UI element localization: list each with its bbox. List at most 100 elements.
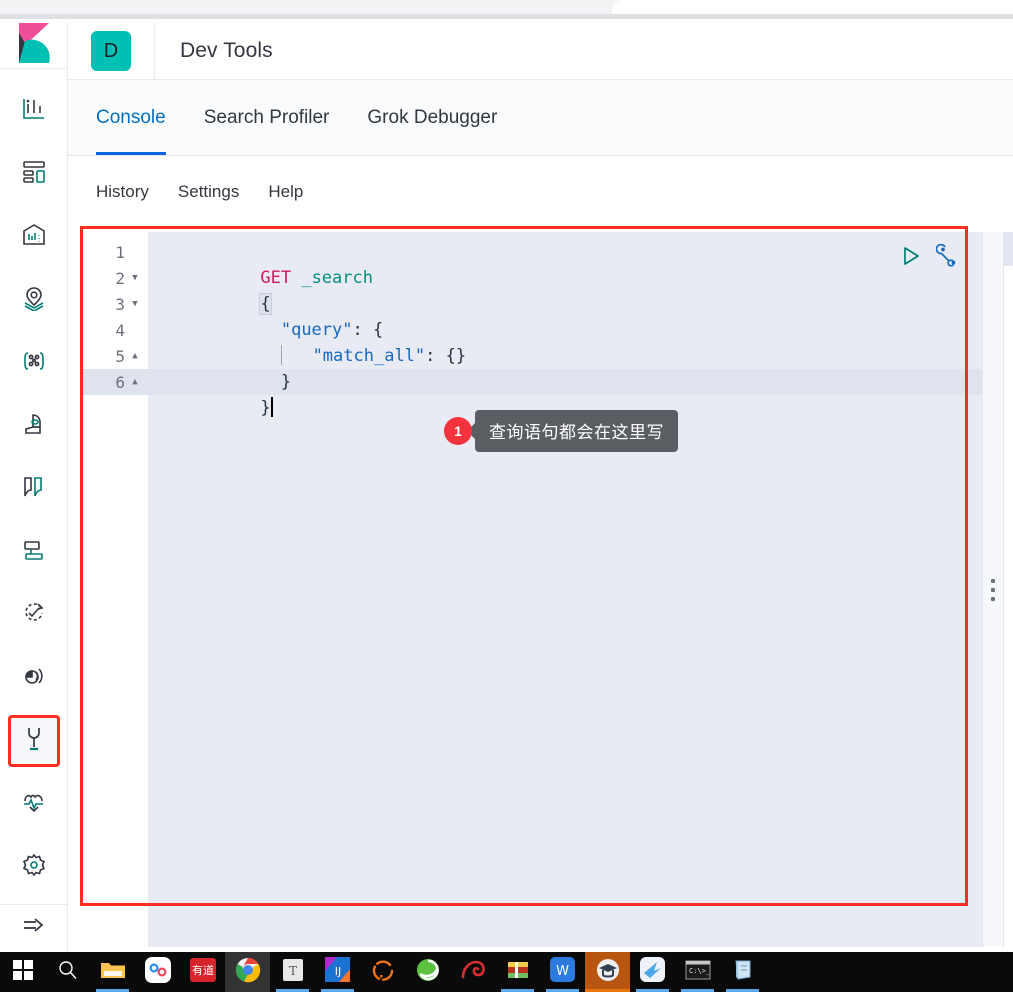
submenu-settings[interactable]: Settings bbox=[178, 182, 239, 202]
json-key: "query" bbox=[280, 320, 353, 340]
line-number: 4 bbox=[115, 320, 125, 340]
discover-icon bbox=[21, 96, 47, 127]
line-number: 6 bbox=[115, 372, 125, 392]
sidebar-item-canvas[interactable] bbox=[8, 211, 60, 263]
screen: D Dev Tools Console Search Profiler Grok… bbox=[0, 0, 1013, 992]
chrome-icon bbox=[235, 957, 261, 988]
gear-icon bbox=[21, 852, 47, 883]
svg-text:T: T bbox=[288, 964, 296, 978]
submenu-history[interactable]: History bbox=[96, 182, 149, 202]
taskbar-youdao[interactable]: 有道 bbox=[180, 952, 225, 992]
fold-toggle[interactable]: ▲ bbox=[128, 377, 142, 387]
response-toolbar bbox=[1004, 232, 1013, 266]
http-method: GET bbox=[260, 268, 292, 288]
browser-active-tab[interactable] bbox=[612, 0, 1013, 14]
notepad-icon bbox=[731, 958, 755, 987]
fold-toggle[interactable]: ▼ bbox=[128, 299, 142, 309]
response-editor bbox=[1004, 232, 1013, 947]
line-number: 2 bbox=[115, 268, 125, 288]
heartbeat-icon bbox=[21, 789, 47, 820]
taskbar-start-button[interactable] bbox=[0, 952, 45, 992]
fold-toggle[interactable]: ▲ bbox=[128, 351, 142, 361]
gutter-row: 4 bbox=[82, 317, 148, 343]
winrar-icon bbox=[506, 958, 530, 987]
sidebar-nav-list bbox=[0, 69, 68, 904]
kibana-logo bbox=[15, 23, 53, 68]
taskbar-typora[interactable]: T bbox=[270, 952, 315, 992]
sidebar-collapse-button[interactable] bbox=[0, 904, 68, 952]
gutter-row: 5 ▲ bbox=[82, 343, 148, 369]
taskbar-winrar[interactable] bbox=[495, 952, 540, 992]
gutter-row: 6 ▲ bbox=[82, 369, 148, 395]
page-title: Dev Tools bbox=[180, 39, 273, 62]
panel-resize-handle[interactable] bbox=[982, 232, 1004, 947]
submenu-help[interactable]: Help bbox=[268, 182, 303, 202]
sidebar-item-infrastructure[interactable] bbox=[8, 400, 60, 452]
tab-console[interactable]: Console bbox=[96, 80, 185, 155]
taskbar-command-prompt[interactable]: C:\>_ bbox=[675, 952, 720, 992]
header-divider bbox=[154, 22, 155, 80]
maps-pin-layers-icon bbox=[21, 285, 47, 316]
taskbar-search-button[interactable] bbox=[45, 952, 90, 992]
sidebar-item-uptime[interactable] bbox=[8, 589, 60, 641]
taskbar-chrome[interactable] bbox=[225, 952, 270, 992]
tab-search-profiler[interactable]: Search Profiler bbox=[185, 80, 349, 155]
sidebar-item-monitoring[interactable] bbox=[8, 778, 60, 830]
json-brace: } bbox=[260, 398, 271, 418]
taskbar-wps-office[interactable]: W bbox=[540, 952, 585, 992]
request-editor[interactable]: 1 2 ▼ 3 ▼ 4 5 ▲ 6 ▲ GET _search {"query… bbox=[82, 232, 982, 947]
sidebar-item-siem[interactable] bbox=[8, 652, 60, 704]
taskbar-file-explorer[interactable] bbox=[90, 952, 135, 992]
youdao-dictionary-icon: 有道 bbox=[189, 957, 216, 988]
sidebar-item-machine-learning[interactable] bbox=[8, 337, 60, 389]
sidebar-item-dev-tools[interactable] bbox=[7, 715, 60, 767]
tab-grok-debugger[interactable]: Grok Debugger bbox=[348, 80, 516, 155]
taskbar-baidu-netdisk[interactable] bbox=[135, 952, 180, 992]
wrench-icon bbox=[21, 725, 47, 758]
callout-number-badge: 1 bbox=[444, 417, 472, 445]
sidebar-item-management[interactable] bbox=[8, 841, 60, 893]
sidebar-item-dashboard[interactable] bbox=[8, 148, 60, 200]
foxmail-bird-icon bbox=[640, 957, 665, 987]
collapse-arrow-icon bbox=[21, 916, 47, 941]
editor-code-area[interactable]: GET _search { "query": { "match_all": {}… bbox=[148, 232, 982, 947]
app-badge: D bbox=[91, 31, 131, 71]
request-path: _search bbox=[301, 268, 373, 288]
code-line: GET _search bbox=[148, 239, 982, 288]
search-icon bbox=[57, 959, 79, 986]
cloud-disk-icon bbox=[144, 956, 171, 988]
tab-bar: Console Search Profiler Grok Debugger bbox=[68, 80, 1013, 156]
folder-icon bbox=[100, 959, 126, 986]
sidebar-item-maps[interactable] bbox=[8, 274, 60, 326]
svg-text:IJ: IJ bbox=[335, 965, 342, 978]
taskbar-study-app[interactable] bbox=[585, 952, 630, 992]
cmd-icon: C:\>_ bbox=[685, 960, 711, 985]
siem-radar-icon bbox=[21, 663, 47, 694]
typora-icon: T bbox=[281, 958, 305, 987]
request-options-button[interactable] bbox=[935, 243, 960, 268]
snail-icon bbox=[460, 958, 486, 987]
taskbar-foxmail[interactable] bbox=[630, 952, 675, 992]
svg-text:有道: 有道 bbox=[192, 963, 214, 977]
json-punct: : { bbox=[352, 320, 384, 340]
graduation-cap-icon bbox=[595, 957, 621, 988]
editor-gutter: 1 2 ▼ 3 ▼ 4 5 ▲ 6 ▲ bbox=[82, 232, 148, 947]
svg-text:C:\>_: C:\>_ bbox=[689, 967, 711, 975]
console-body: 1 2 ▼ 3 ▼ 4 5 ▲ 6 ▲ GET _search {"query… bbox=[68, 227, 1013, 952]
taskbar-navicat[interactable] bbox=[360, 952, 405, 992]
taskbar-notepad[interactable] bbox=[720, 952, 765, 992]
send-request-button[interactable] bbox=[900, 245, 922, 267]
logs-icon bbox=[21, 474, 47, 505]
machine-learning-icon bbox=[21, 348, 47, 379]
kibana-home-link[interactable] bbox=[0, 23, 68, 69]
sidebar-item-apm[interactable] bbox=[8, 526, 60, 578]
callout-text: 查询语句都会在这里写 bbox=[475, 410, 678, 452]
taskbar-internet-explorer[interactable] bbox=[405, 952, 450, 992]
sidebar-item-discover[interactable] bbox=[8, 85, 60, 137]
taskbar-intellij-idea[interactable]: IJ bbox=[315, 952, 360, 992]
fold-toggle[interactable]: ▼ bbox=[128, 273, 142, 283]
taskbar-snail-app[interactable] bbox=[450, 952, 495, 992]
sidebar-item-logs[interactable] bbox=[8, 463, 60, 515]
uptime-clock-icon bbox=[21, 600, 47, 631]
line-number: 5 bbox=[115, 346, 125, 366]
